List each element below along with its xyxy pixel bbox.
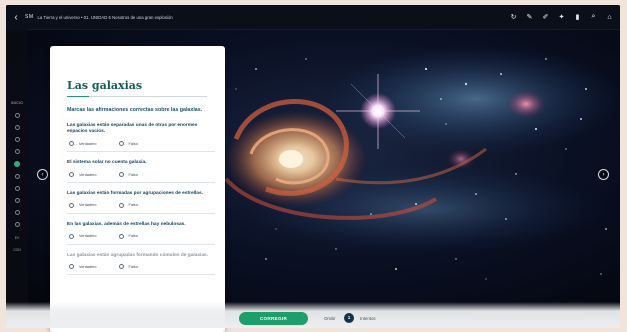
question-item: El sistema solar no cuenta galaxia. Verd… (67, 160, 215, 184)
radio-icon[interactable] (118, 202, 124, 208)
activity-card: Las galaxias Marcas las afirmaciones cor… (50, 46, 225, 332)
radio-icon[interactable] (69, 202, 74, 208)
page-dot[interactable] (14, 197, 20, 203)
option-label: Falso (128, 264, 138, 269)
marker-icon[interactable]: ✐ (541, 13, 550, 21)
radio-icon[interactable] (69, 264, 74, 270)
breadcrumb[interactable]: La Tierra y el universo • 01. UNIDAD 6 N… (38, 15, 173, 20)
question-item: Las galaxias están agrupadas formando cú… (67, 253, 215, 276)
option-true[interactable]: Verdadero (69, 202, 97, 208)
option-label: Verdadero (79, 203, 97, 208)
page-index-nav: INICIO EV CON (6, 29, 28, 327)
question-text: El sistema solar no cuenta galaxia. (67, 160, 147, 166)
radio-icon[interactable] (118, 233, 124, 239)
home-icon[interactable]: ⌂ (605, 14, 614, 21)
pencil-icon[interactable]: ✎ (525, 13, 534, 21)
radio-icon[interactable] (69, 141, 74, 147)
option-false[interactable]: Falso (118, 172, 138, 178)
title-accent (67, 96, 89, 98)
radio-icon[interactable] (118, 172, 124, 178)
search-icon[interactable]: ⌕ (589, 13, 598, 21)
page-dot[interactable] (14, 221, 20, 227)
option-label: Verdadero (79, 141, 97, 146)
page-dot[interactable] (14, 112, 20, 118)
page-dot[interactable] (14, 209, 20, 215)
page-dot[interactable] (14, 173, 20, 179)
option-label: Falso (128, 172, 138, 177)
option-false[interactable]: Falso (118, 264, 138, 270)
card-title: Las galaxias (67, 79, 143, 92)
radio-icon[interactable] (118, 141, 124, 147)
check-button[interactable]: CORREGIR (239, 312, 308, 325)
instruction-text: Marcas las afirmaciones correctas sobre … (67, 107, 203, 114)
question-item: En las galaxias, además de estrellas hay… (67, 222, 215, 245)
page-dot[interactable] (14, 148, 20, 154)
option-true[interactable]: Verdadero (69, 172, 97, 178)
option-label: Verdadero (79, 234, 97, 239)
index-label[interactable]: INICIO (11, 101, 23, 105)
question-item: Las galaxias están formadas por agrupaci… (67, 191, 215, 214)
question-item: Las galaxias están separadas unas de otr… (67, 123, 215, 153)
star-icon[interactable]: ✦ (557, 13, 566, 21)
page-dot[interactable] (14, 124, 20, 130)
option-label: Falso (128, 234, 138, 239)
option-true[interactable]: Verdadero (69, 264, 97, 270)
option-true[interactable]: Verdadero (69, 233, 97, 239)
question-text: Las galaxias están separadas unas de otr… (67, 122, 198, 135)
page-dot[interactable] (14, 136, 20, 142)
app-logo: SM (25, 14, 34, 20)
top-bar: ‹ SM La Tierra y el universo • 01. UNIDA… (6, 5, 620, 30)
nav-label-con[interactable]: CON (13, 248, 21, 252)
option-false[interactable]: Falso (118, 202, 138, 208)
radio-icon[interactable] (69, 172, 74, 178)
bookmark-icon[interactable]: ▮ (573, 13, 582, 21)
option-label: Verdadero (79, 264, 97, 269)
option-label: Falso (128, 203, 138, 208)
radio-icon[interactable] (69, 233, 74, 239)
question-text: En las galaxias, además de estrellas hay… (67, 221, 186, 227)
skip-label[interactable]: Omitir (324, 316, 336, 321)
page-dot[interactable] (14, 185, 20, 191)
option-false[interactable]: Falso (118, 233, 138, 239)
option-label: Verdadero (79, 172, 97, 177)
prev-page-button[interactable]: ‹ (37, 169, 48, 180)
refresh-icon[interactable]: ↻ (509, 13, 518, 21)
radio-icon[interactable] (118, 264, 124, 270)
back-arrow-icon[interactable]: ‹ (9, 12, 23, 23)
bottom-bar: CORREGIR Omitir 1 Intentos (6, 302, 620, 328)
option-true[interactable]: Verdadero (69, 141, 97, 147)
question-text: Las galaxias están formadas por agrupaci… (67, 191, 203, 197)
attempts-count-badge: 1 (344, 313, 354, 323)
question-text: Las galaxias están agrupadas formando cú… (67, 252, 209, 258)
page-dot-active[interactable] (14, 160, 20, 167)
toolbar: ↻ ✎ ✐ ✦ ▮ ⌕ ⌂ (509, 13, 614, 21)
option-label: Falso (128, 141, 138, 146)
nav-label-ev[interactable]: EV (15, 236, 20, 240)
attempts-label: Intentos (360, 316, 376, 321)
next-page-button[interactable]: › (598, 169, 609, 180)
option-false[interactable]: Falso (118, 141, 138, 147)
